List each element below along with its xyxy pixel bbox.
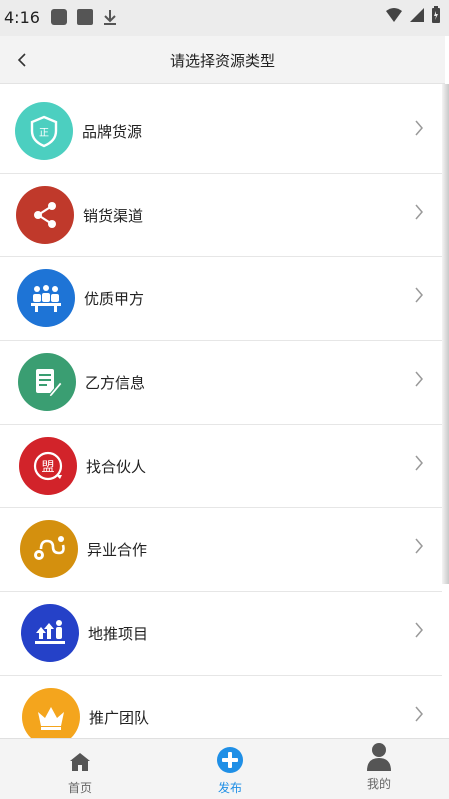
list-item-find-partner[interactable]: 盟 找合伙人	[0, 424, 442, 509]
status-bar: 4:16	[0, 0, 449, 36]
alliance-seal-icon: 盟	[19, 436, 77, 495]
chevron-right-icon	[415, 204, 423, 220]
app-notification-icon	[77, 9, 93, 25]
list-item-sales-channel[interactable]: 销货渠道	[0, 173, 442, 258]
chevron-right-icon	[415, 622, 423, 638]
chevron-right-icon	[415, 120, 423, 136]
list-item-label: 品牌货源	[82, 123, 143, 141]
list-item-label: 乙方信息	[85, 374, 146, 393]
list-item-label: 地推项目	[88, 625, 149, 644]
app-notification-icon	[51, 9, 67, 25]
list-item-brand-supply[interactable]: 正 品牌货源	[0, 90, 442, 174]
signal-icon	[410, 8, 424, 22]
list-item-cross-industry[interactable]: 异业合作	[0, 508, 442, 593]
user-icon	[367, 743, 391, 771]
status-notification-icons	[50, 8, 118, 26]
chevron-right-icon	[415, 287, 423, 303]
battery-icon	[432, 6, 440, 23]
download-icon	[104, 10, 116, 25]
chevron-right-icon	[415, 538, 423, 554]
svg-text:盟: 盟	[41, 460, 54, 475]
tab-home[interactable]: 首页	[25, 739, 135, 799]
team-meeting-icon	[17, 269, 75, 328]
status-system-icons	[385, 6, 441, 24]
status-time: 4:16	[4, 8, 40, 27]
document-edit-icon	[18, 353, 76, 412]
plus-circle-icon	[217, 747, 243, 773]
list-item-label: 推广团队	[89, 708, 150, 727]
chevron-right-icon	[415, 455, 423, 471]
growth-person-icon	[21, 604, 79, 663]
chevron-right-icon	[415, 371, 423, 387]
shield-certified-icon: 正	[15, 102, 73, 160]
route-pin-icon	[20, 520, 78, 579]
list-item-label: 找合伙人	[86, 457, 147, 476]
list-item-contractor-info[interactable]: 乙方信息	[0, 341, 442, 425]
list-item-ground-promotion[interactable]: 地推项目	[0, 592, 442, 676]
tab-label: 我的	[366, 777, 391, 791]
list-item-label: 异业合作	[87, 541, 148, 560]
wifi-icon	[386, 8, 402, 22]
tab-publish[interactable]: 发布	[175, 739, 285, 799]
tab-mine[interactable]: 我的	[324, 739, 434, 799]
resource-type-list: 正 品牌货源 销货渠道 优质甲方 乙方信息 盟 找合伙人 异业合作 地推项目 推…	[0, 90, 442, 760]
chevron-right-icon	[415, 706, 423, 722]
svg-text:正: 正	[39, 128, 49, 139]
tab-label: 发布	[217, 781, 242, 795]
nav-header: 请选择资源类型	[0, 36, 445, 84]
list-item-quality-client[interactable]: 优质甲方	[0, 257, 442, 342]
share-icon	[16, 185, 74, 244]
list-item-label: 优质甲方	[84, 290, 145, 309]
home-icon	[70, 753, 90, 771]
scroll-edge-shadow	[442, 84, 449, 584]
page-title: 请选择资源类型	[169, 52, 275, 70]
list-item-label: 销货渠道	[83, 206, 144, 225]
bottom-tab-bar: 首页 发布 我的	[0, 738, 449, 799]
tab-label: 首页	[67, 781, 92, 795]
